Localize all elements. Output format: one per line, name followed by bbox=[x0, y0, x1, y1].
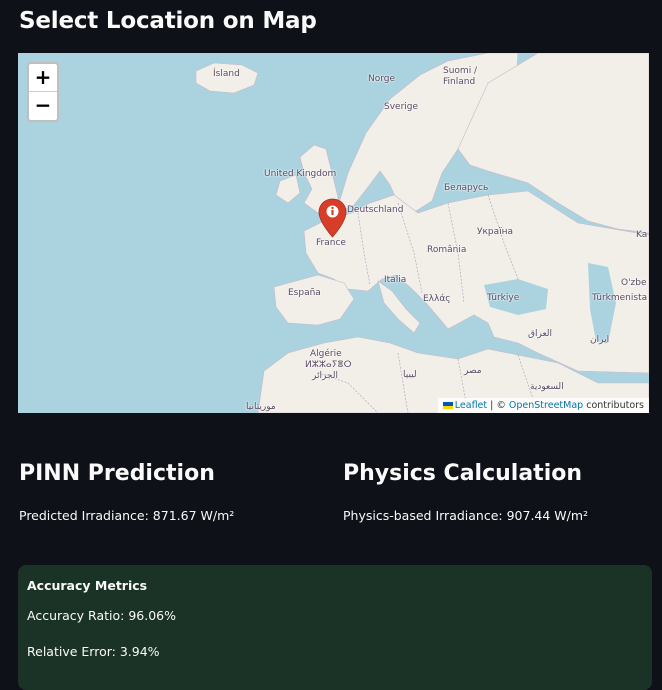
zoom-control: + − bbox=[27, 62, 59, 122]
map-label-algerie-tif: ⵍⵣⵣⴰⵢⴻⵔ bbox=[305, 360, 352, 370]
map-label-algerie: Algérie bbox=[310, 349, 342, 359]
map-label-france: France bbox=[316, 238, 346, 248]
map-label-finland: Finland bbox=[443, 77, 476, 87]
map-label-saudi: السعودية bbox=[530, 382, 564, 392]
map-pin-icon bbox=[318, 198, 347, 238]
map-label-espana: España bbox=[288, 288, 321, 298]
map-label-algerie-ar: الجزائر bbox=[312, 371, 338, 381]
accuracy-metrics-title: Accuracy Metrics bbox=[27, 578, 148, 593]
map-label-italia: Italia bbox=[384, 275, 407, 285]
map-label-mauritania: موريتانيا bbox=[246, 402, 276, 412]
zoom-in-button[interactable]: + bbox=[29, 64, 57, 92]
location-marker[interactable] bbox=[318, 198, 347, 238]
map-label-iraq: العراق bbox=[528, 329, 553, 339]
map-label-belarus: Беларусь bbox=[444, 183, 489, 193]
map-label-libya: ليبيا bbox=[403, 370, 417, 380]
leaflet-link[interactable]: Leaflet bbox=[455, 400, 487, 411]
map-label-turkiye: Türkiye bbox=[487, 293, 520, 303]
map-label-ellas: Ελλάς bbox=[423, 294, 451, 304]
map-label-ozbe: O'zbe bbox=[621, 278, 647, 288]
attribution-suffix: contributors bbox=[583, 400, 644, 411]
relative-error: Relative Error: 3.94% bbox=[27, 644, 160, 659]
map-label-suomi: Suomi / bbox=[443, 66, 478, 76]
map-label-ukraina: Україна bbox=[477, 227, 514, 237]
map-label-deutschland: Deutschland bbox=[347, 205, 404, 215]
map-label-island: Ísland bbox=[213, 69, 240, 79]
map-label-ka: Ka bbox=[636, 230, 648, 240]
accuracy-ratio: Accuracy Ratio: 96.06% bbox=[27, 608, 176, 623]
map-label-norge: Norge bbox=[368, 74, 396, 84]
openstreetmap-link[interactable]: OpenStreetMap bbox=[509, 400, 583, 411]
pinn-title: PINN Prediction bbox=[19, 461, 215, 486]
map-label-turkmenista: Türkmenista bbox=[592, 293, 648, 303]
attribution-separator: | © bbox=[487, 400, 509, 411]
physics-calculation-text: Physics-based Irradiance: 907.44 W/m² bbox=[343, 508, 589, 523]
map-label-sverige: Sverige bbox=[384, 102, 419, 112]
map-label-romania: România bbox=[427, 245, 467, 255]
map-label-uk: United Kingdom bbox=[264, 169, 337, 179]
map[interactable]: + − Ísland Norge Suomi / Finland Sverige… bbox=[18, 53, 649, 413]
page-title: Select Location on Map bbox=[19, 8, 317, 34]
accuracy-metrics-box: Accuracy Metrics Accuracy Ratio: 96.06% … bbox=[18, 565, 652, 690]
physics-title: Physics Calculation bbox=[343, 461, 583, 486]
zoom-out-button[interactable]: − bbox=[29, 92, 57, 119]
ukraine-flag-icon bbox=[442, 402, 453, 409]
pinn-prediction-text: Predicted Irradiance: 871.67 W/m² bbox=[19, 508, 235, 523]
map-attribution: Leaflet | © OpenStreetMap contributors bbox=[437, 398, 649, 413]
map-label-iran: ایران bbox=[590, 335, 610, 345]
map-label-misr: مصر bbox=[464, 366, 482, 376]
